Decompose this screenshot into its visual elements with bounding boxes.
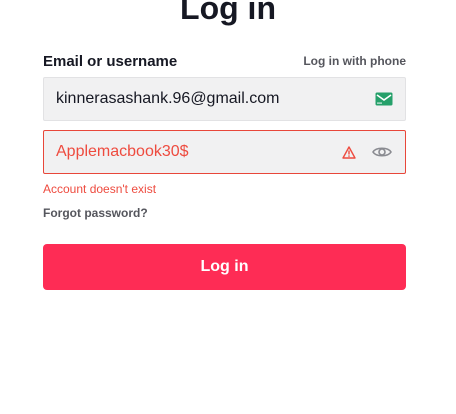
password-field[interactable]: Applemacbook30$	[43, 130, 406, 174]
mail-icon	[375, 92, 393, 106]
page-title: Log in	[180, 0, 276, 26]
login-button[interactable]: Log in	[43, 244, 406, 290]
warning-icon	[341, 144, 357, 160]
password-field-value[interactable]: Applemacbook30$	[56, 143, 341, 161]
email-field-label: Email or username	[43, 52, 178, 70]
email-field-value[interactable]: kinnerasashank.96@gmail.com	[56, 90, 375, 108]
login-with-phone-link[interactable]: Log in with phone	[303, 54, 406, 68]
login-form: Log in Email or username Log in with pho…	[0, 0, 456, 414]
email-field[interactable]: kinnerasashank.96@gmail.com	[43, 77, 406, 121]
forgot-password-link[interactable]: Forgot password?	[43, 206, 148, 220]
email-label-row: Email or username Log in with phone	[43, 50, 406, 72]
eye-icon[interactable]	[371, 143, 393, 161]
error-message: Account doesn't exist	[43, 182, 157, 196]
